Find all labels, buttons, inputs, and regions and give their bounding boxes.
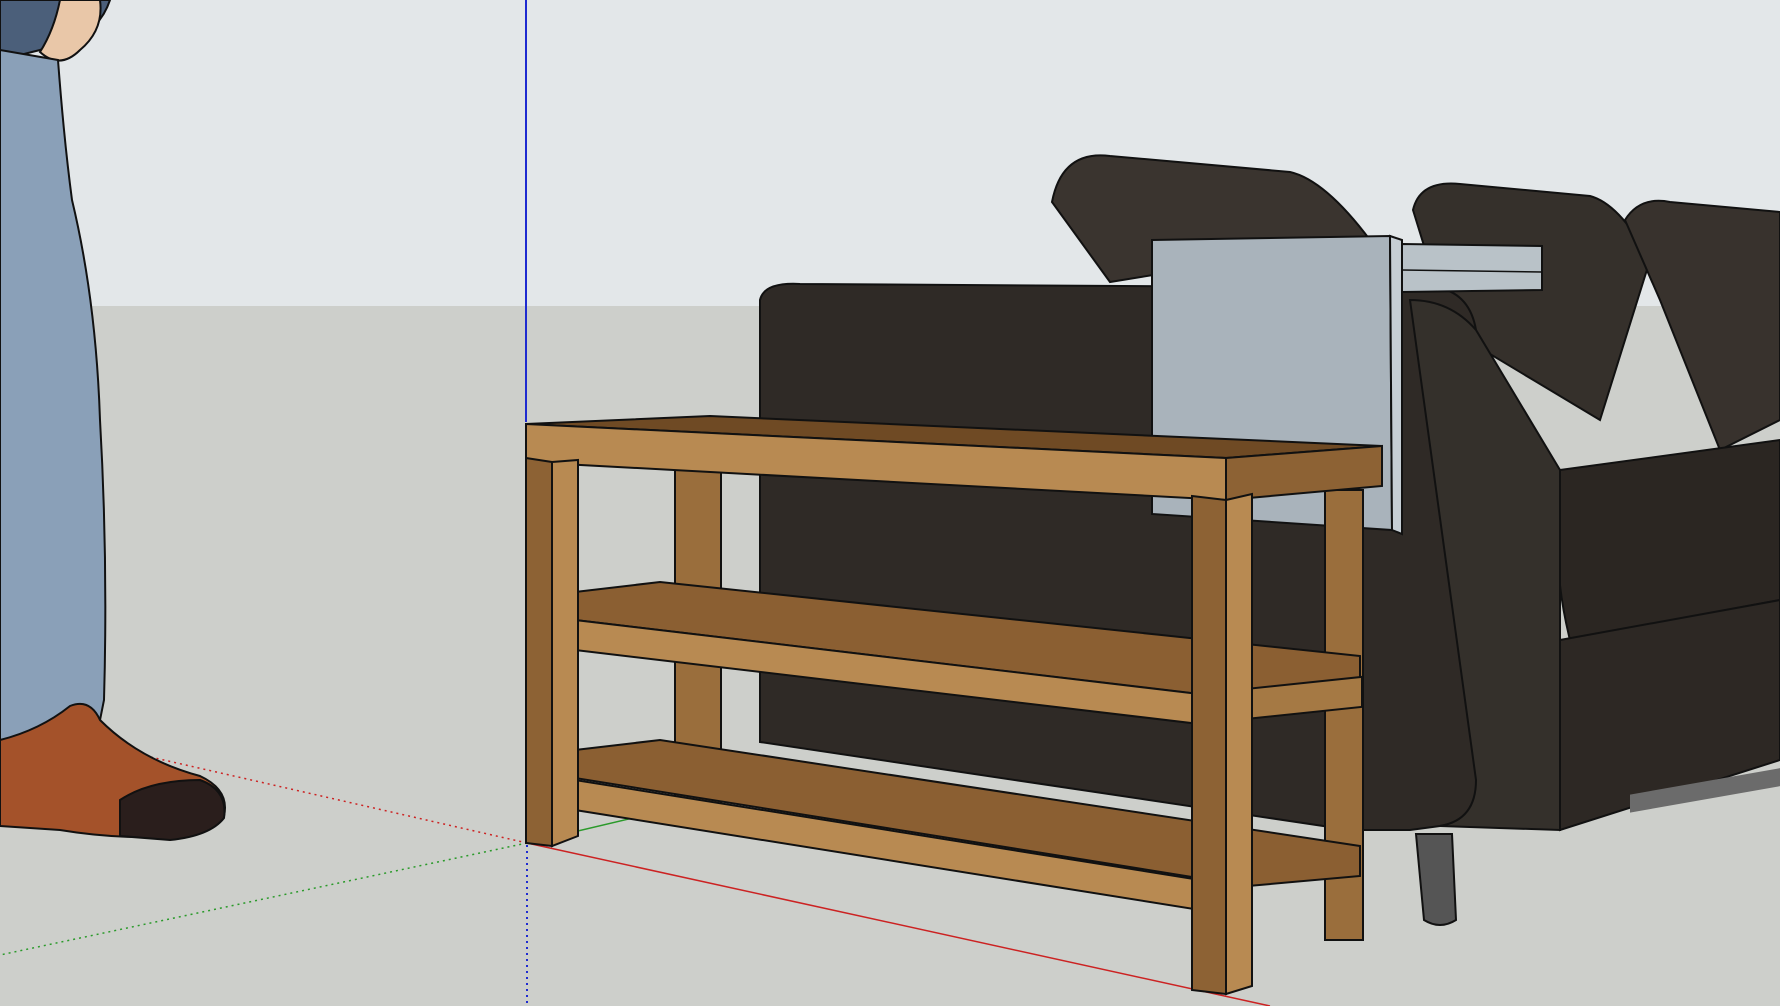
panel-side: [1388, 234, 1403, 536]
3d-scene[interactable]: [0, 0, 1780, 1006]
front-right-leg-face: [1225, 492, 1253, 996]
front-right-leg: [1191, 494, 1227, 996]
front-left-leg: [525, 456, 553, 848]
front-left-leg-face: [551, 458, 579, 848]
panel-rail: [1401, 242, 1543, 294]
modeling-viewport[interactable]: [0, 0, 1780, 1006]
